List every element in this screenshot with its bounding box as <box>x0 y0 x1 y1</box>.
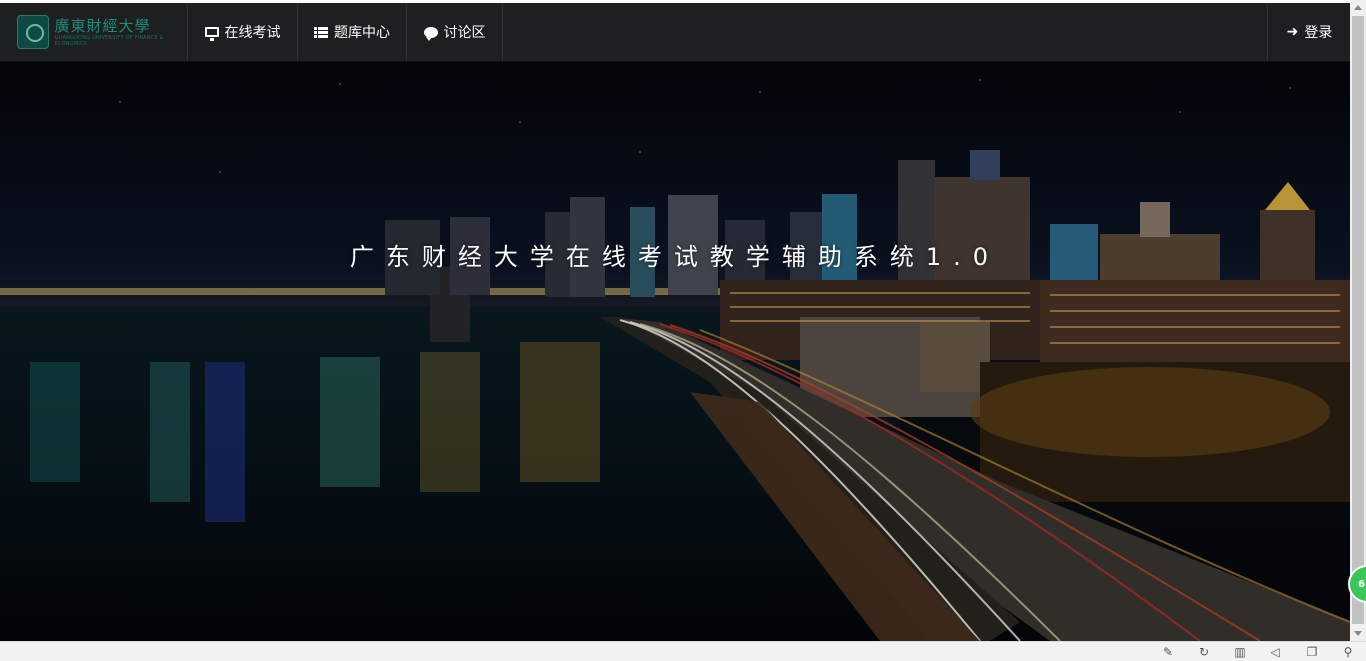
university-seal-icon <box>17 15 49 49</box>
list-icon <box>314 26 328 38</box>
brand-name-en: GUANGDONG UNIVERSITY OF FINANCE & ECONOM… <box>54 34 164 47</box>
floating-badge-text: 68 <box>1358 578 1366 590</box>
nav-question-bank-label: 题库中心 <box>334 25 390 41</box>
zoom-icon[interactable]: ⚲ <box>1341 645 1355 659</box>
scrollbar-thumb[interactable] <box>1352 16 1364 624</box>
comment-icon <box>423 26 438 41</box>
nav-discussion[interactable]: 讨论区 <box>407 3 503 61</box>
city-night-background <box>0 62 1350 641</box>
trash-icon[interactable]: ▥ <box>1233 645 1247 659</box>
nav-online-exam-label: 在线考试 <box>224 25 281 41</box>
monitor-icon <box>204 27 219 41</box>
brand-logo[interactable]: 廣東財經大學 GUANGDONG UNIVERSITY OF FINANCE &… <box>0 3 188 61</box>
pin-icon[interactable]: ✎ <box>1161 645 1175 659</box>
login-label: 登录 <box>1304 25 1333 41</box>
hero-banner: 广东财经大学在线考试教学辅助系统1.0 <box>0 62 1350 641</box>
login-button[interactable]: ➜ 登录 <box>1267 3 1351 61</box>
scroll-down-icon[interactable] <box>1354 631 1362 636</box>
vertical-scrollbar[interactable] <box>1350 0 1366 641</box>
browser-status-bar: ✎ ↻ ▥ ◁ ❐ ⚲ <box>0 641 1366 661</box>
brand-wordmark: 廣東財經大學 GUANGDONG UNIVERSITY OF FINANCE &… <box>54 16 187 47</box>
hero-title: 广东财经大学在线考试教学辅助系统1.0 <box>349 243 1001 271</box>
top-navbar: 廣東財經大學 GUANGDONG UNIVERSITY OF FINANCE &… <box>0 3 1350 62</box>
nav-question-bank[interactable]: 题库中心 <box>298 3 407 61</box>
window-icon[interactable]: ❐ <box>1305 645 1319 659</box>
nav-online-exam[interactable]: 在线考试 <box>188 3 298 61</box>
sign-in-icon: ➜ <box>1286 24 1299 40</box>
scroll-up-icon[interactable] <box>1354 5 1362 10</box>
volume-icon[interactable]: ◁ <box>1268 645 1282 659</box>
nav-discussion-label: 讨论区 <box>443 25 486 41</box>
refresh-icon[interactable]: ↻ <box>1197 645 1211 659</box>
brand-name-cn: 廣東財經大學 <box>54 16 151 35</box>
